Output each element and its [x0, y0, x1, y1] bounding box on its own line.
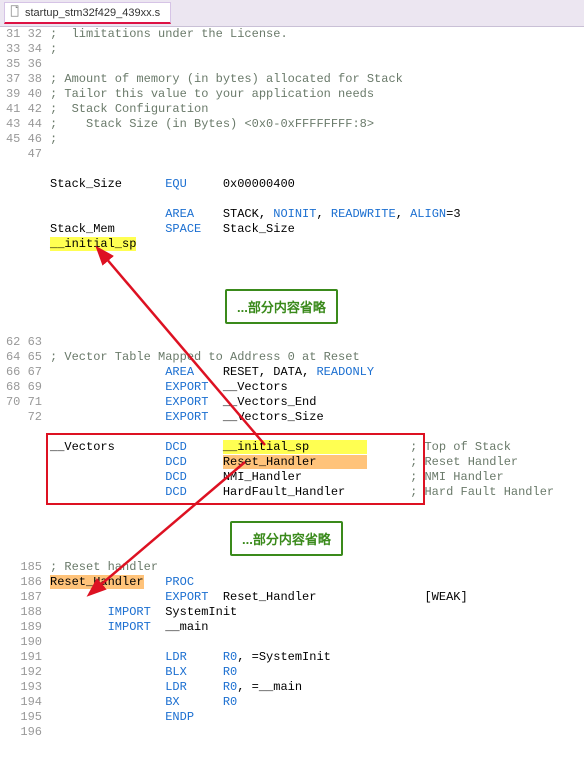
code-editor: 31 32 33 34 35 36 37 38 39 40 41 42 43 4… — [0, 27, 584, 740]
omitted-callout-1: ...部分内容省略 — [225, 289, 338, 324]
file-icon — [9, 5, 21, 20]
highlight-box — [46, 433, 425, 505]
omitted-callout-2: ...部分内容省略 — [230, 521, 343, 556]
code-block-1: 31 32 33 34 35 36 37 38 39 40 41 42 43 4… — [0, 27, 584, 267]
code-block-3: 185 186 187 188 189 190 191 192 193 194 … — [0, 560, 584, 740]
file-tab[interactable]: startup_stm32f429_439xx.s — [4, 2, 171, 24]
tab-bar: startup_stm32f429_439xx.s — [0, 0, 584, 27]
file-tab-label: startup_stm32f429_439xx.s — [25, 7, 160, 19]
